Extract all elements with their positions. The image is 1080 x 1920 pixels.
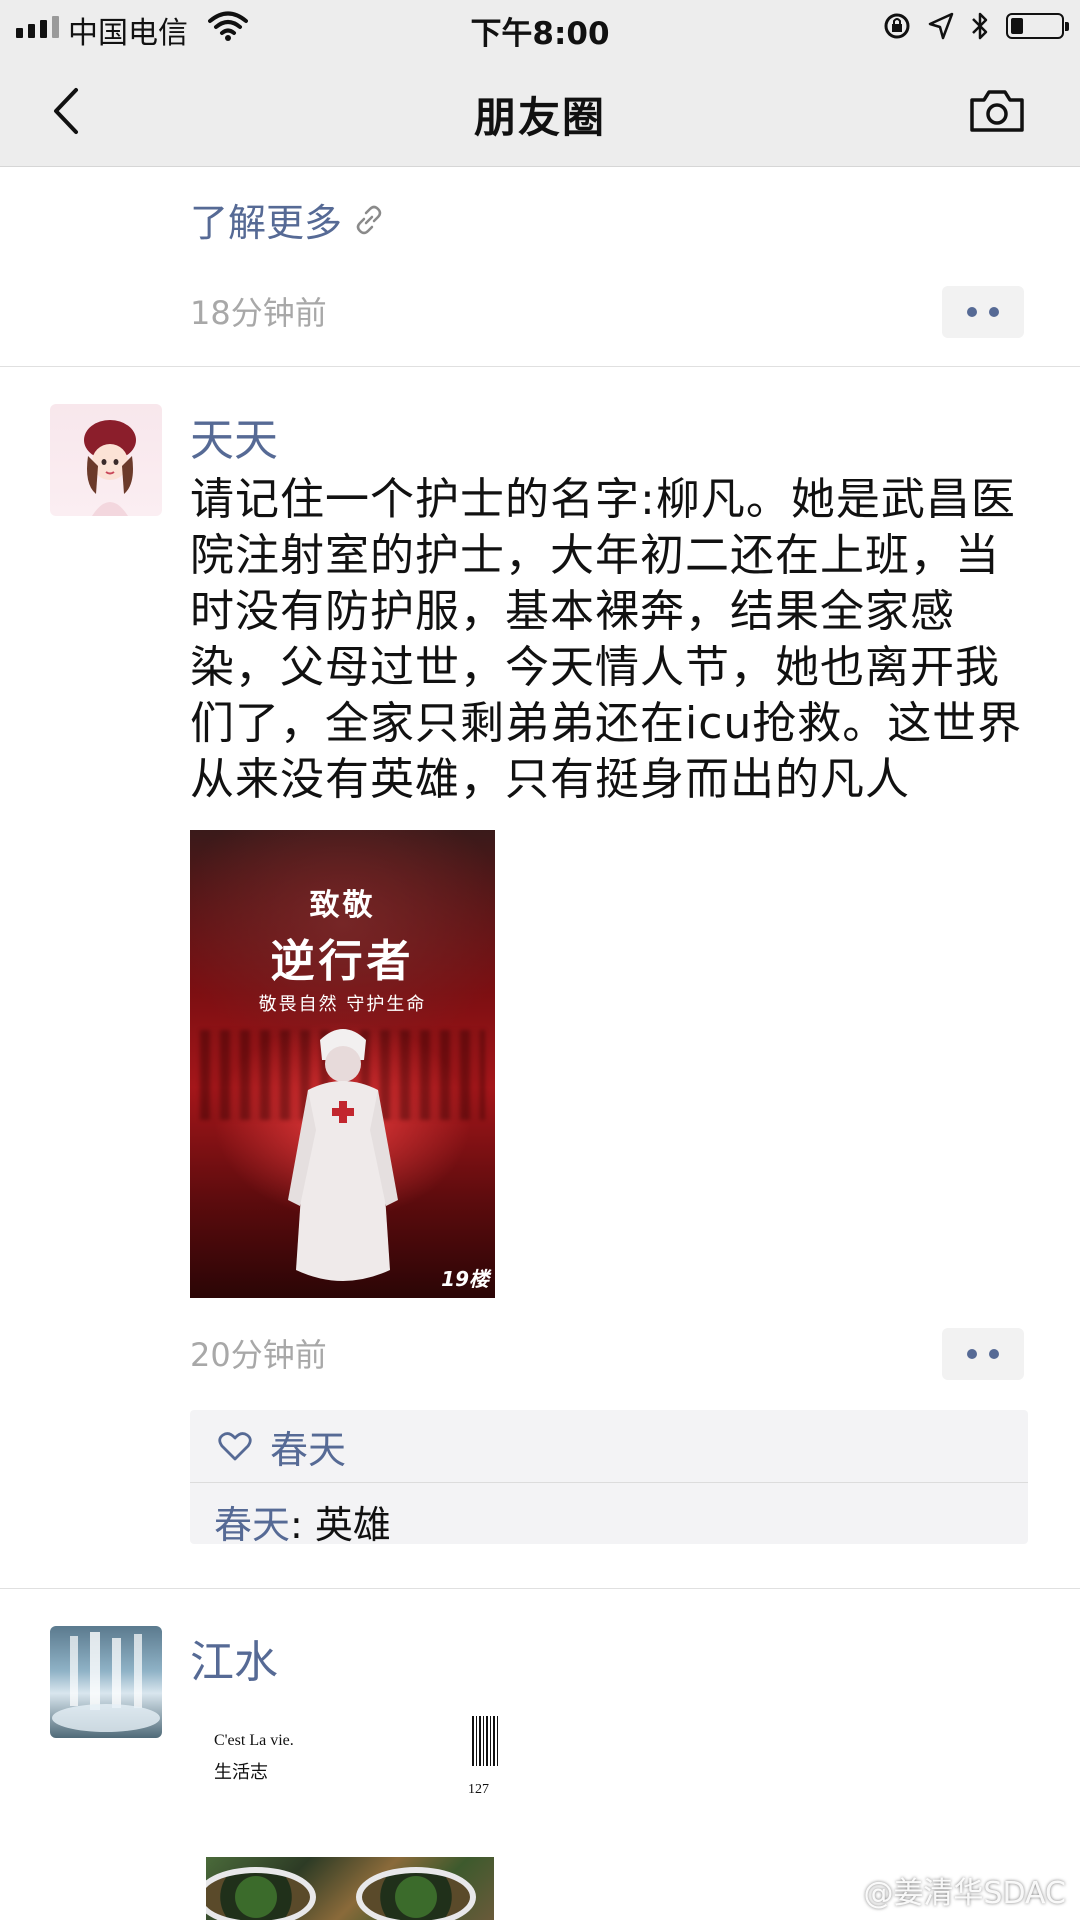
avatar[interactable] [50, 404, 162, 516]
weibo-icon [820, 1877, 853, 1905]
attach-number: 127 [468, 1782, 489, 1797]
poster-line2: 逆行者 [270, 936, 415, 987]
heart-icon [218, 1432, 252, 1461]
post-username[interactable]: 天天 [190, 404, 278, 468]
top-bar: 中国电信 下午8:00 朋友圈 [0, 0, 1080, 167]
watermark: @姜清华SDAC [819, 1868, 1066, 1912]
link-icon [356, 205, 382, 234]
alarm-lock-icon [884, 13, 910, 39]
poster-line1: 致敬 [309, 888, 376, 923]
learn-more-label: 了解更多 [190, 201, 343, 245]
status-icons [882, 10, 1069, 42]
divider [0, 1588, 1080, 1589]
location-icon [928, 12, 954, 40]
camera-icon[interactable] [968, 86, 1026, 136]
more-icon [967, 1349, 977, 1359]
comment-row[interactable]: 春天: 英雄 [214, 1494, 391, 1549]
comment-user[interactable]: 春天 [214, 1503, 290, 1547]
more-button[interactable] [942, 286, 1024, 338]
attach-line1: C'est La vie. [214, 1732, 294, 1749]
more-button[interactable] [942, 1328, 1024, 1380]
post-image[interactable]: 致敬 逆行者 敬畏自然 守护生命 19楼 [190, 830, 495, 1298]
comment-separator: : [290, 1503, 303, 1547]
learn-more-link[interactable]: 了解更多 [190, 192, 386, 247]
nav-bar: 朋友圈 [0, 56, 1080, 166]
poster-watermark: 19楼 [441, 1267, 489, 1291]
watermark-text: @姜清华SDAC [863, 1876, 1066, 1911]
avatar-illustration [84, 420, 136, 516]
likes-row: 春天 [190, 1410, 1028, 1483]
post-image[interactable]: C'est La vie. 生活志 127 [206, 1712, 506, 1802]
page-title: 朋友圈 [473, 93, 606, 142]
post-text: 请记住一个护士的名字:柳凡。她是武昌医院注射室的护士，大年初二还在上班，当时没有… [190, 474, 1023, 805]
status-bar: 中国电信 下午8:00 [0, 0, 1080, 56]
poster-line3: 敬畏自然 守护生命 [258, 994, 427, 1015]
post-time: 18分钟前 [190, 294, 327, 332]
more-icon [967, 307, 977, 317]
comment-text: 英雄 [302, 1503, 391, 1547]
battery-icon [1006, 13, 1069, 39]
bluetooth-icon [972, 12, 988, 40]
avatar[interactable] [50, 1626, 162, 1738]
plate [206, 1867, 316, 1920]
post-time: 20分钟前 [190, 1336, 327, 1374]
barcode-icon [472, 1716, 500, 1766]
waterfall-image [52, 1632, 160, 1732]
plate [356, 1867, 476, 1920]
divider [0, 366, 1080, 367]
post-image[interactable] [206, 1857, 494, 1920]
post-username[interactable]: 江水 [190, 1626, 278, 1690]
nurse-figure [288, 1029, 398, 1281]
like-user[interactable]: 春天 [270, 1419, 346, 1474]
attach-line2: 生活志 [214, 1762, 268, 1783]
likes-comments-box: 春天 春天: 英雄 [190, 1410, 1028, 1547]
